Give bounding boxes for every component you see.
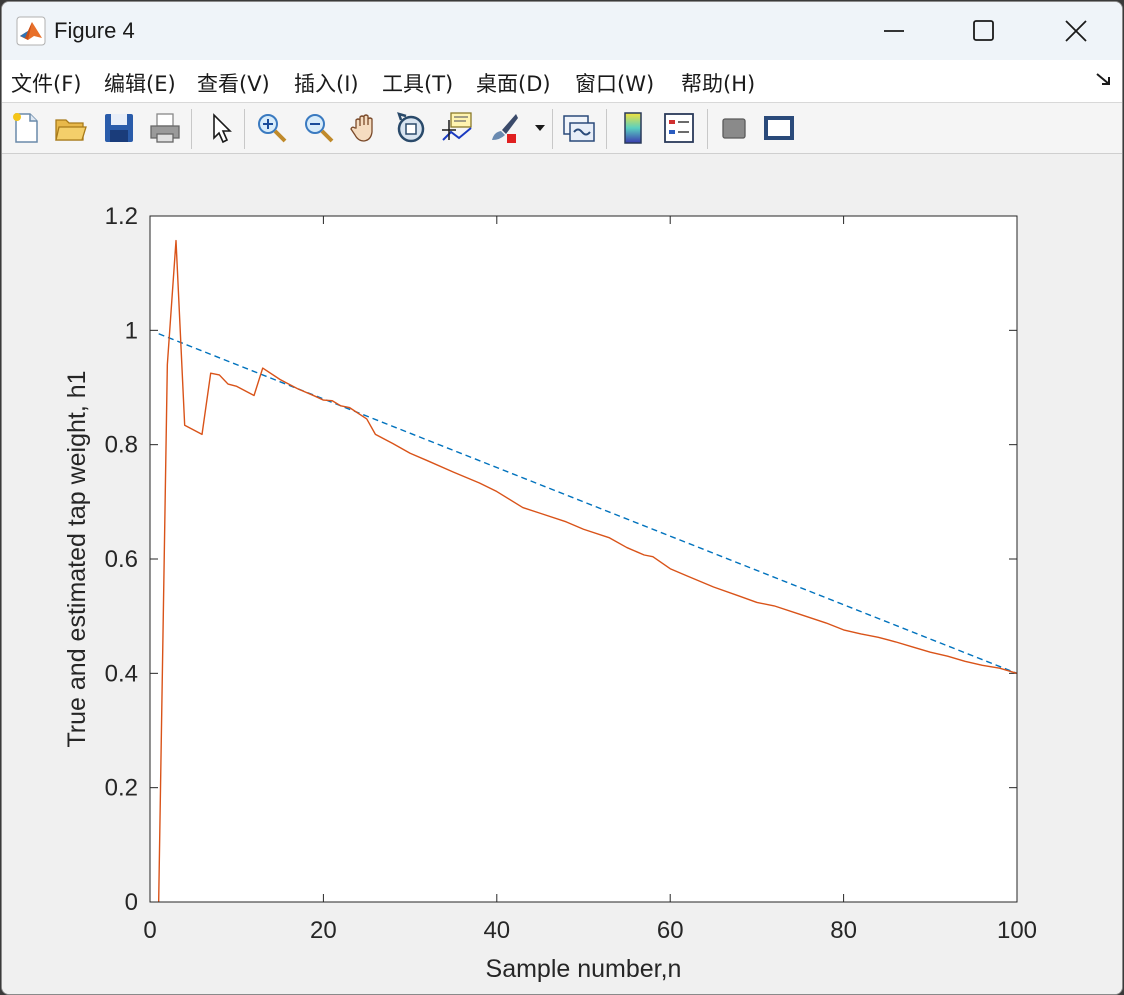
data-cursor-icon[interactable] bbox=[439, 110, 475, 146]
toolbar-separator bbox=[191, 109, 192, 149]
show-plot-tools-icon[interactable] bbox=[761, 110, 797, 146]
title-bar[interactable]: Figure 4 bbox=[2, 2, 1122, 60]
brush-icon[interactable] bbox=[486, 110, 522, 146]
line-chart[interactable]: 0 20 40 60 80 100 0 0.2 0.4 0.6 0.8 1 1.2 Sample num… bbox=[2, 154, 1122, 994]
colorbar-icon[interactable] bbox=[615, 110, 651, 146]
toolbar-separator bbox=[552, 109, 553, 149]
maximize-icon bbox=[973, 20, 994, 41]
y-tick-label: 1 bbox=[125, 317, 138, 344]
link-plot-icon[interactable] bbox=[561, 110, 597, 146]
rotate-3d-icon[interactable] bbox=[393, 110, 429, 146]
y-tick-label: 0 bbox=[125, 889, 138, 916]
menu-file[interactable]: 文件(F) bbox=[11, 68, 81, 98]
menu-desktop[interactable]: 桌面(D) bbox=[476, 68, 551, 98]
menu-view[interactable]: 查看(V) bbox=[197, 68, 270, 98]
y-tick-label: 0.8 bbox=[105, 432, 138, 459]
chevron-down-icon[interactable] bbox=[534, 123, 546, 133]
menu-help[interactable]: 帮助(H) bbox=[681, 68, 755, 98]
menu-edit[interactable]: 编辑(E) bbox=[104, 68, 176, 98]
close-icon bbox=[1065, 20, 1087, 42]
menu-tools[interactable]: 工具(T) bbox=[382, 68, 453, 98]
matlab-logo-icon bbox=[16, 16, 46, 46]
print-icon[interactable] bbox=[147, 110, 183, 146]
minimize-button[interactable] bbox=[848, 2, 940, 60]
x-tick-label: 40 bbox=[483, 917, 510, 944]
figure-canvas: 0 20 40 60 80 100 0 0.2 0.4 0.6 0.8 1 1.2 Sample num… bbox=[2, 154, 1122, 994]
x-tick-label: 60 bbox=[657, 917, 684, 944]
hide-plot-tools-icon[interactable] bbox=[716, 110, 752, 146]
save-icon[interactable] bbox=[101, 110, 137, 146]
close-button[interactable] bbox=[1030, 2, 1122, 60]
x-tick-label: 80 bbox=[830, 917, 857, 944]
menu-bar: 文件(F) 编辑(E) 查看(V) 插入(I) 工具(T) 桌面(D) 窗口(W… bbox=[2, 60, 1122, 103]
dock-arrow-icon[interactable] bbox=[1094, 70, 1114, 90]
y-axis-label: True and estimated tap weight, h1 bbox=[63, 370, 91, 747]
toolbar-separator bbox=[244, 109, 245, 149]
new-figure-icon[interactable] bbox=[8, 110, 44, 146]
zoom-in-icon[interactable] bbox=[254, 110, 290, 146]
maximize-button[interactable] bbox=[938, 2, 1030, 60]
figure-window: Figure 4 文件(F) 编辑(E) 查看(V) 插入(I) 工具(T) 桌… bbox=[1, 1, 1123, 995]
toolbar-separator bbox=[707, 109, 708, 149]
x-tick-label: 0 bbox=[143, 917, 156, 944]
figure-toolbar bbox=[2, 103, 1122, 154]
minimize-icon bbox=[884, 30, 904, 32]
x-tick-label: 100 bbox=[997, 917, 1037, 944]
y-tick-label: 1.2 bbox=[105, 203, 138, 230]
zoom-out-icon[interactable] bbox=[301, 110, 337, 146]
plot-area[interactable] bbox=[150, 216, 1017, 902]
y-tick-label: 0.4 bbox=[105, 660, 138, 687]
legend-icon[interactable] bbox=[661, 110, 697, 146]
x-tick-label: 20 bbox=[310, 917, 337, 944]
menu-window[interactable]: 窗口(W) bbox=[575, 68, 654, 98]
window-title: Figure 4 bbox=[54, 18, 135, 43]
pointer-icon[interactable] bbox=[203, 110, 239, 146]
x-axis-label: Sample number,n bbox=[486, 955, 682, 983]
y-tick-label: 0.6 bbox=[105, 546, 138, 573]
open-file-icon[interactable] bbox=[53, 110, 89, 146]
menu-insert[interactable]: 插入(I) bbox=[294, 68, 359, 98]
toolbar-separator bbox=[606, 109, 607, 149]
pan-hand-icon[interactable] bbox=[347, 110, 383, 146]
y-tick-label: 0.2 bbox=[105, 775, 138, 802]
